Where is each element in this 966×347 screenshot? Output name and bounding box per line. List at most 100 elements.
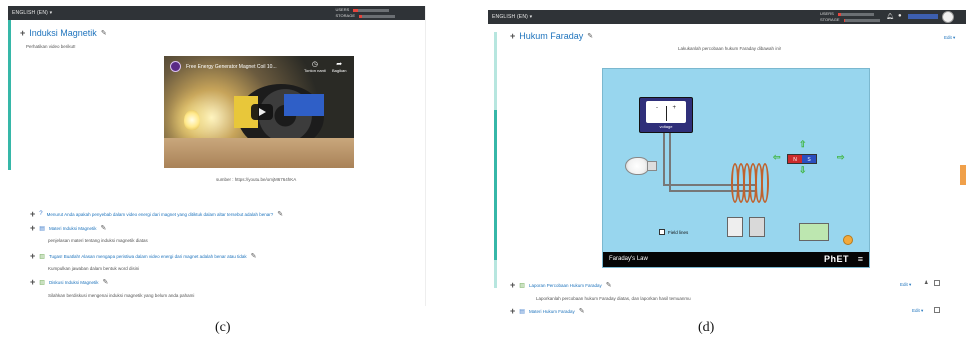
section-title[interactable]: Hukum Faraday xyxy=(519,31,583,41)
bar-magnet[interactable]: N S xyxy=(787,154,817,164)
clock-icon: ◷ xyxy=(311,61,318,68)
quota-meters: USERS STORAGE xyxy=(336,7,395,19)
activity-description: Kumpulkan jawaban dalam bentuk word disi… xyxy=(48,266,140,271)
edit-pencil-icon[interactable]: ✎ xyxy=(606,281,612,289)
voltmeter: - + voltage xyxy=(639,97,693,133)
edit-pencil-icon[interactable]: ✎ xyxy=(102,278,108,286)
voltmeter-label: voltage xyxy=(659,124,673,129)
activity-description: Silahkan berdiskusi mengenai induksi mag… xyxy=(48,293,195,298)
activity-description: Laporkanlah percobaan hukum Faraday diat… xyxy=(536,296,691,301)
bell-icon[interactable]: 🔔︎ xyxy=(886,13,894,20)
hamburger-menu-icon[interactable]: ≡ xyxy=(858,254,863,264)
block-drawer-tab[interactable] xyxy=(960,165,966,185)
section-title[interactable]: Induksi Magnetik xyxy=(29,28,97,38)
wooden-table xyxy=(164,138,354,168)
blue-coil-band xyxy=(284,94,324,116)
section-accent-bar xyxy=(8,20,11,170)
edit-pencil-icon[interactable]: ✎ xyxy=(587,32,593,40)
lightbulb-image xyxy=(184,110,200,130)
move-icon[interactable]: + xyxy=(510,280,515,290)
activity-edit-menu[interactable]: Edit ▾ xyxy=(912,308,923,314)
activity-laporan[interactable]: + ▥ Laporan Percobaan Hukum Faraday ✎ xyxy=(510,280,612,290)
field-lines-checkbox[interactable]: Field lines xyxy=(659,229,688,235)
section-edit-menu[interactable]: Edit ▾ xyxy=(944,35,955,41)
wire xyxy=(669,133,671,191)
activity-materi[interactable]: + ▤ Materi Induksi Magnetik ✎ xyxy=(30,223,106,233)
collapse-icon[interactable]: + xyxy=(510,31,515,41)
phet-faraday-simulation[interactable]: - + voltage ⇧ ⇩ ⇦ ⇨ N S Field lines Fara… xyxy=(602,68,870,268)
channel-avatar-icon[interactable] xyxy=(170,61,181,72)
two-coil-toolbox[interactable] xyxy=(749,217,765,237)
top-navbar: ENGLISH (EN) ▾ USERS STORAGE 🔔︎ ● xyxy=(488,10,966,24)
one-coil-toolbox[interactable] xyxy=(727,217,743,237)
lightbulb-icon xyxy=(625,157,649,175)
arrow-right-icon: ⇨ xyxy=(837,152,845,162)
move-icon[interactable]: + xyxy=(510,306,515,316)
collapse-icon[interactable]: + xyxy=(20,28,25,38)
move-icon[interactable]: + xyxy=(30,251,35,261)
users-bar-fill xyxy=(837,12,842,16)
minus-sign: - xyxy=(656,105,658,111)
wire-coil xyxy=(731,163,771,203)
caption-d: (d) xyxy=(698,320,715,335)
top-navbar: ENGLISH (EN) ▾ USERS STORAGE xyxy=(8,6,425,20)
document-icon: ▤ xyxy=(39,225,45,232)
completion-checkbox[interactable] xyxy=(934,307,940,313)
activity-link[interactable]: Diskusi Induksi Magnetik xyxy=(49,280,99,285)
person-icon[interactable]: ♟ xyxy=(924,280,928,286)
edit-pencil-icon[interactable]: ✎ xyxy=(251,252,257,260)
move-icon[interactable]: + xyxy=(30,277,35,287)
user-avatar[interactable] xyxy=(942,11,954,23)
activity-link[interactable]: Menurut Anda apakah penyebab dalam video… xyxy=(47,212,274,217)
activity-link[interactable]: Materi Hukum Faraday xyxy=(529,309,575,314)
storage-label: STORAGE xyxy=(820,17,840,22)
arrow-left-icon: ⇦ xyxy=(773,152,781,162)
watch-later-button[interactable]: ◷ Tonton nanti xyxy=(304,60,326,73)
checkbox-box[interactable] xyxy=(659,229,665,235)
plus-sign: + xyxy=(672,105,676,111)
edit-pencil-icon[interactable]: ✎ xyxy=(100,224,106,232)
moodle-course-screenshot-d: ENGLISH (EN) ▾ USERS STORAGE 🔔︎ ● + Huku… xyxy=(488,10,966,318)
activity-link[interactable]: Laporan Percobaan Hukum Faraday xyxy=(529,283,602,288)
activity-materi[interactable]: + ▤ Materi Hukum Faraday ✎ xyxy=(510,306,585,316)
edit-pencil-icon[interactable]: ✎ xyxy=(579,307,585,315)
youtube-video-embed[interactable]: Free Energy Generator Magnet Coil 10... … xyxy=(164,56,354,168)
language-menu[interactable]: ENGLISH (EN) ▾ xyxy=(12,10,52,16)
voltmeter-needle xyxy=(666,106,667,121)
users-bar-fill xyxy=(353,8,358,12)
language-menu[interactable]: ENGLISH (EN) ▾ xyxy=(492,14,532,20)
edit-pencil-icon[interactable]: ✎ xyxy=(277,210,283,218)
storage-bar-fill xyxy=(359,14,362,18)
activity-description: penjelasan materi tentang induksi magnet… xyxy=(48,238,148,243)
bulb-socket xyxy=(647,161,657,171)
activity-link[interactable]: Materi Induksi Magnetik xyxy=(49,226,97,231)
arrow-down-icon: ⇩ xyxy=(799,165,807,175)
reset-icon[interactable] xyxy=(843,235,853,245)
document-icon: ▤ xyxy=(519,308,525,315)
share-button[interactable]: ➦ Bagikan xyxy=(332,60,346,73)
activity-question[interactable]: + ? Menurut Anda apakah penyebab dalam v… xyxy=(30,209,283,219)
chat-icon[interactable]: ● xyxy=(898,13,902,19)
phet-logo[interactable]: PhET xyxy=(824,254,849,264)
section-accent-bar xyxy=(494,110,497,260)
completion-checkbox[interactable] xyxy=(934,280,940,286)
video-source: sumber : https://youtu.be/omjM6764hKA xyxy=(216,177,297,182)
move-icon[interactable]: + xyxy=(30,209,35,219)
username-menu[interactable] xyxy=(908,14,938,19)
activity-link[interactable]: Tugas! Buatlah! Alasan mengapa peristiwa… xyxy=(49,254,247,259)
edit-pencil-icon[interactable]: ✎ xyxy=(101,29,107,37)
play-button-icon[interactable] xyxy=(251,104,273,120)
move-icon[interactable]: + xyxy=(30,223,35,233)
checkbox-label: Field lines xyxy=(668,229,689,235)
activity-edit-menu[interactable]: Edit ▾ xyxy=(900,282,911,288)
forum-icon: ▥ xyxy=(39,279,45,286)
forum-icon: ▥ xyxy=(519,282,525,289)
moodle-course-screenshot-c: ENGLISH (EN) ▾ USERS STORAGE + Induksi M… xyxy=(8,6,426,306)
voltmeter-face: - + xyxy=(646,101,686,123)
activity-diskusi[interactable]: + ▥ Diskusi Induksi Magnetik ✎ xyxy=(30,277,108,287)
users-bar xyxy=(837,12,874,16)
activity-tugas[interactable]: + ▥ Tugas! Buatlah! Alasan mengapa peris… xyxy=(30,251,257,261)
video-title[interactable]: Free Energy Generator Magnet Coil 10... xyxy=(186,64,277,70)
magnet-toolbox[interactable] xyxy=(799,223,829,241)
storage-bar xyxy=(359,14,395,18)
